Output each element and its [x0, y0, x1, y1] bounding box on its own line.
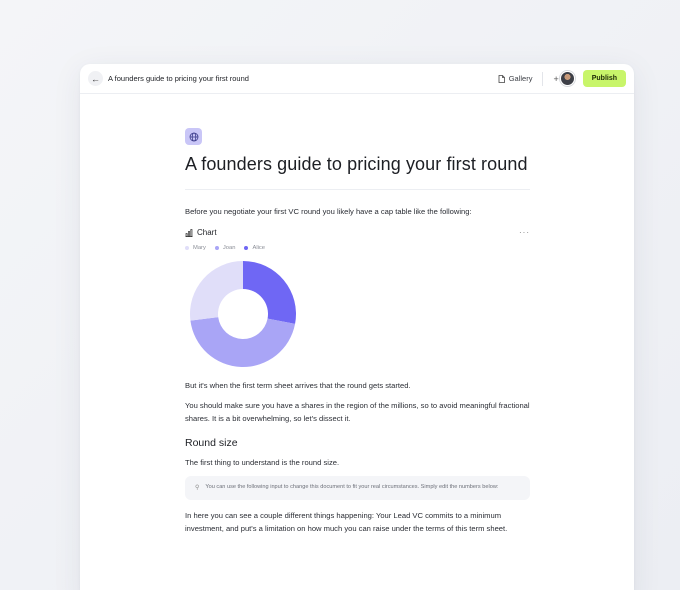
legend-label: Joan: [222, 245, 236, 251]
document-title: A founders guide to pricing your first r…: [108, 74, 249, 83]
pie-slice-joan: [190, 317, 296, 367]
intro-paragraph: Before you negotiate your first VC round…: [185, 207, 472, 216]
page-icon[interactable]: [185, 128, 202, 145]
section-heading: Round size: [185, 437, 238, 449]
arrow-left-icon: ←: [91, 73, 100, 84]
legend-item: Alice: [244, 245, 265, 251]
legend-label: Alice: [252, 245, 266, 251]
legend-item: Joan: [214, 245, 236, 251]
pie-slice-alice: [243, 261, 296, 324]
legend-swatch: [244, 246, 249, 250]
divider: [185, 189, 530, 190]
gallery-button[interactable]: Gallery: [498, 74, 533, 83]
paragraph: You should make sure you have a shares i…: [185, 401, 530, 423]
legend-label: Mary: [193, 245, 206, 251]
paragraph: But it's when the first term sheet arriv…: [185, 381, 411, 390]
page-title: A founders guide to pricing your first r…: [185, 154, 528, 174]
chart-header: Chart ···: [185, 228, 530, 237]
paragraph: In here you can see a couple different t…: [185, 510, 508, 533]
document-icon: [498, 74, 505, 83]
donut-chart: [190, 261, 296, 367]
paragraph: The first thing to understand is the rou…: [185, 458, 340, 467]
pin-icon: ⚲: [195, 485, 200, 491]
legend-item: Mary: [185, 245, 206, 251]
add-collaborator-button[interactable]: +: [553, 74, 558, 84]
divider: [542, 71, 544, 86]
legend-swatch: [185, 246, 189, 250]
bar-chart-icon: [185, 228, 193, 237]
more-options-button[interactable]: ···: [519, 228, 530, 237]
chart-label: Chart: [197, 228, 217, 237]
app-window: ← A founders guide to pricing your first…: [80, 64, 634, 590]
gallery-label: Gallery: [508, 74, 533, 83]
chart-legend: Mary Joan Alice: [185, 245, 530, 251]
globe-icon: [189, 132, 198, 141]
back-button[interactable]: ←: [88, 71, 103, 86]
callout-text: You can use the following input to chang…: [205, 484, 499, 490]
publish-button[interactable]: Publish: [582, 70, 626, 87]
pie-slice-mary: [190, 261, 243, 321]
document-body: A founders guide to pricing your first r…: [185, 128, 530, 535]
avatar[interactable]: [559, 71, 575, 86]
legend-swatch: [214, 246, 219, 250]
callout: ⚲ You can use the following input to cha…: [185, 476, 530, 500]
top-bar: ← A founders guide to pricing your first…: [80, 64, 634, 94]
